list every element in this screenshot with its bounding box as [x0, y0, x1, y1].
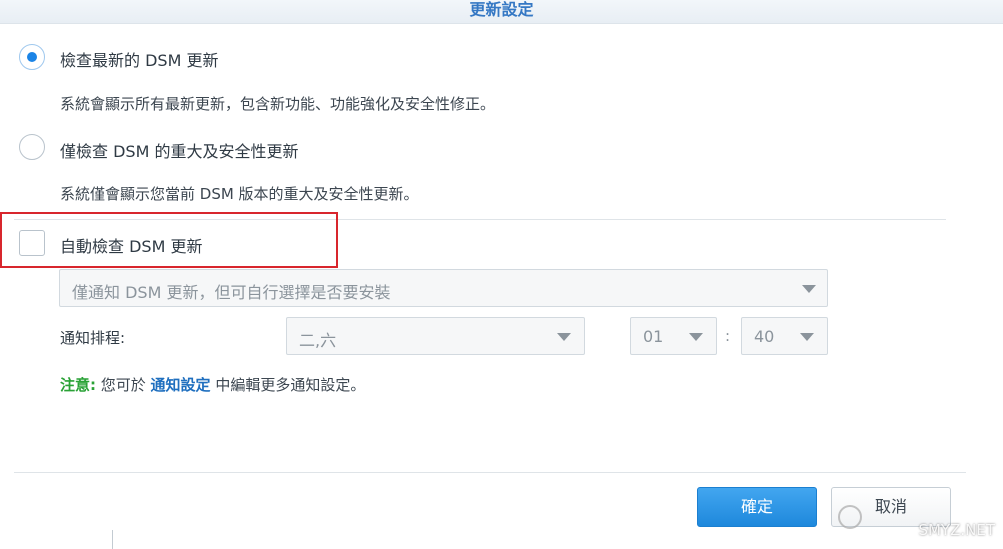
highlight-box — [0, 212, 338, 268]
notification-settings-link[interactable]: 通知設定 — [151, 376, 211, 394]
footer-divider — [14, 472, 966, 473]
note-text-after: 中編輯更多通知設定。 — [210, 376, 366, 394]
update-mode-select[interactable]: 僅通知 DSM 更新，但可自行選擇是否要安裝 — [59, 269, 828, 307]
chevron-down-icon — [800, 333, 814, 341]
radio-security-updates[interactable] — [19, 134, 45, 160]
chevron-down-icon — [557, 333, 571, 341]
dialog-title: 更新設定 — [469, 0, 534, 19]
dialog-titlebar: 更新設定 — [0, 0, 1003, 24]
schedule-minute-select[interactable]: 40 — [741, 317, 828, 355]
note-text-before: 您可於 — [96, 376, 151, 394]
time-separator: : — [725, 327, 731, 345]
ok-button[interactable]: 確定 — [697, 487, 817, 527]
radio-security-description: 系統僅會顯示您當前 DSM 版本的重大及安全性更新。 — [60, 185, 419, 203]
schedule-days-value: 二,六 — [299, 331, 337, 350]
radio-latest-description: 系統會顯示所有最新更新，包含新功能、功能強化及安全性修正。 — [60, 95, 496, 113]
schedule-days-select[interactable]: 二,六 — [286, 317, 585, 355]
radio-latest-updates[interactable] — [19, 44, 45, 70]
update-mode-value: 僅通知 DSM 更新，但可自行選擇是否要安裝 — [72, 283, 391, 302]
schedule-hour-select[interactable]: 01 — [630, 317, 717, 355]
note-prefix: 注意: — [60, 376, 96, 394]
watermark-logo-icon — [838, 505, 862, 529]
chevron-down-icon — [689, 333, 703, 341]
notification-note: 注意: 您可於 通知設定 中編輯更多通知設定。 — [60, 374, 365, 395]
radio-security-label[interactable]: 僅檢查 DSM 的重大及安全性更新 — [60, 138, 298, 162]
watermark: SMYZ.NET — [918, 521, 995, 539]
schedule-label: 通知排程: — [60, 329, 126, 347]
window-edge — [112, 530, 113, 549]
radio-latest-label[interactable]: 檢查最新的 DSM 更新 — [60, 47, 218, 71]
schedule-hour-value: 01 — [643, 327, 664, 346]
chevron-down-icon — [802, 285, 816, 293]
update-settings-dialog: 更新設定 檢查最新的 DSM 更新 系統會顯示所有最新更新，包含新功能、功能強化… — [0, 0, 1003, 549]
schedule-minute-value: 40 — [754, 327, 775, 346]
